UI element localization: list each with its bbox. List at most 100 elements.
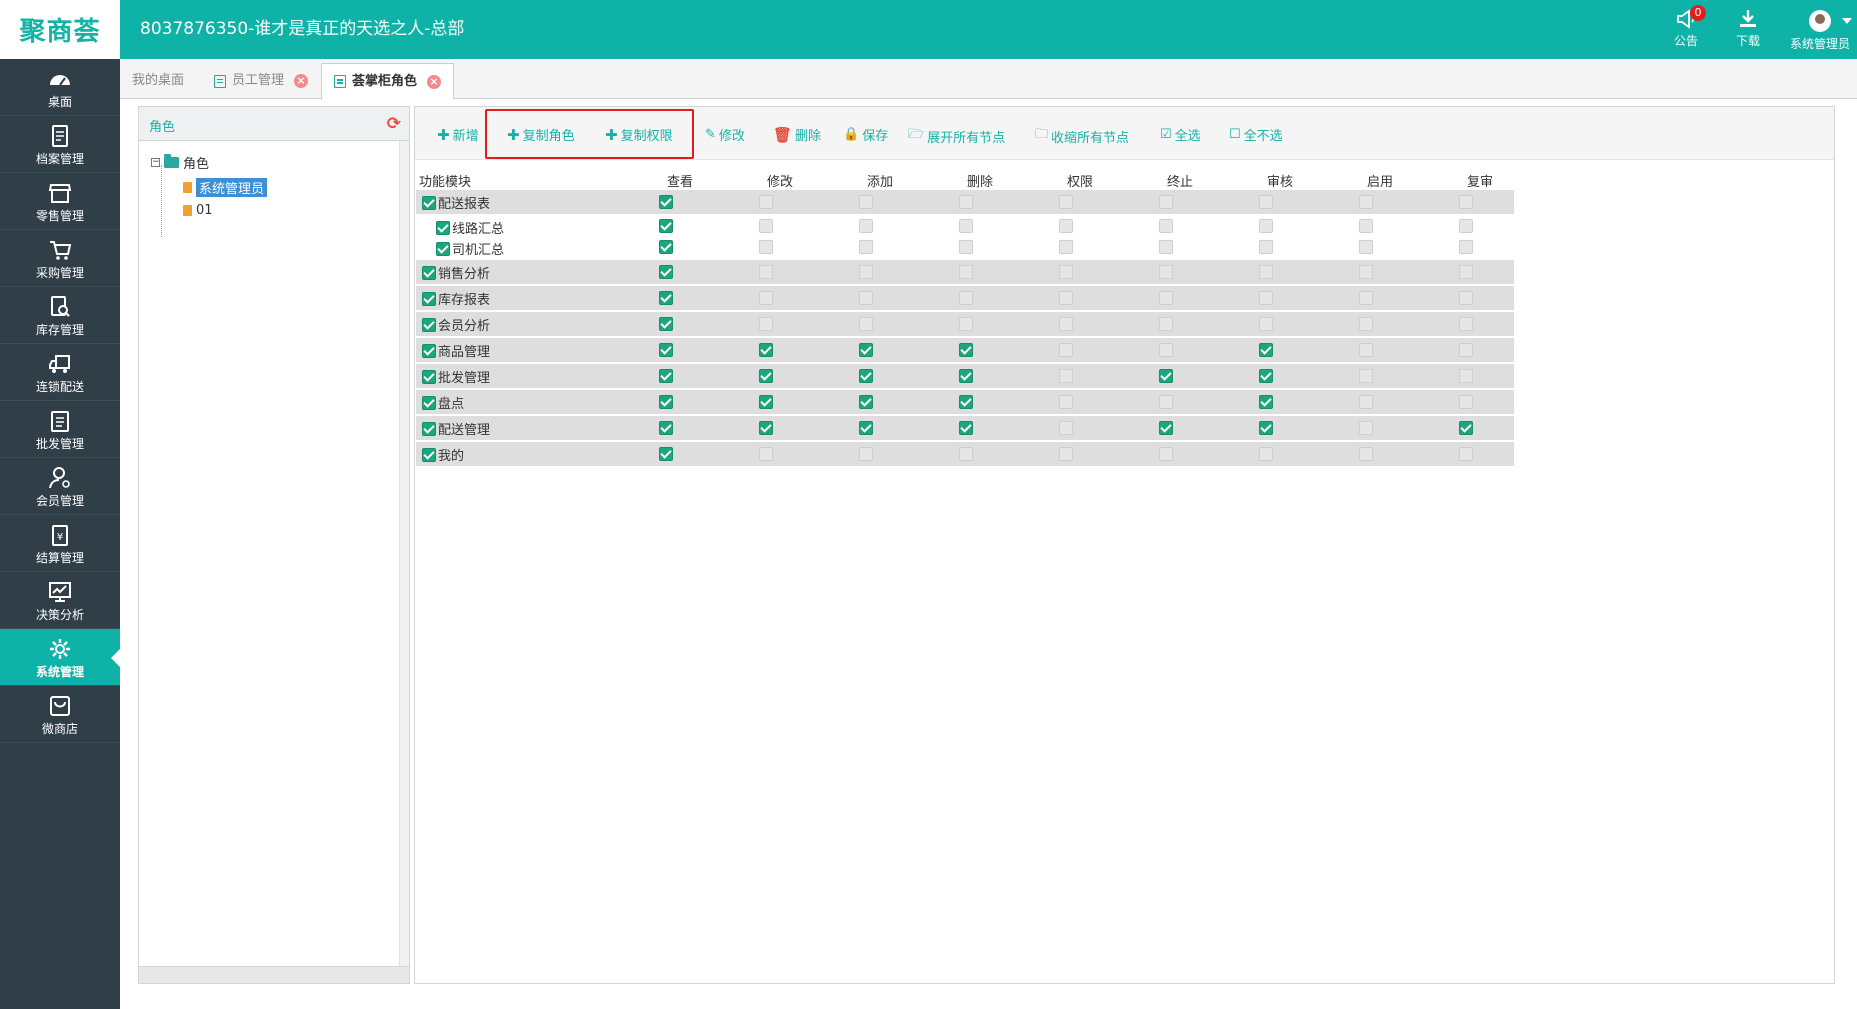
permission-checkbox[interactable] [1359,291,1373,305]
row-module-label[interactable]: 线路汇总 [436,218,504,237]
permission-checkbox[interactable] [759,240,773,254]
tree-root-node[interactable]: − 角色 [151,153,209,172]
sidebar-item-settlement[interactable]: ¥ 结算管理 [0,515,120,572]
permission-checkbox[interactable] [1359,265,1373,279]
permission-checkbox[interactable] [759,421,773,435]
permission-checkbox[interactable] [959,265,973,279]
sidebar-item-retail[interactable]: 零售管理 [0,173,120,230]
permission-checkbox[interactable] [1259,265,1273,279]
permission-checkbox[interactable] [759,195,773,209]
permission-checkbox[interactable] [1059,291,1073,305]
permission-checkbox[interactable] [1459,240,1473,254]
permission-checkbox[interactable] [1259,317,1273,331]
permission-checkbox[interactable] [1359,317,1373,331]
tree-node-admin[interactable]: 系统管理员 [183,178,268,197]
permission-checkbox[interactable] [1459,195,1473,209]
permission-checkbox[interactable] [959,240,973,254]
row-module-label[interactable]: 销售分析 [422,263,490,282]
permission-checkbox[interactable] [1259,291,1273,305]
permission-checkbox[interactable] [1459,421,1473,435]
permission-checkbox[interactable] [1459,447,1473,461]
permission-checkbox[interactable] [1059,240,1073,254]
permission-checkbox[interactable] [1259,421,1273,435]
permission-checkbox[interactable] [659,395,673,409]
permission-checkbox[interactable] [1359,240,1373,254]
permission-checkbox[interactable] [659,265,673,279]
permission-checkbox[interactable] [1159,447,1173,461]
permission-checkbox[interactable] [959,343,973,357]
permission-checkbox[interactable] [659,369,673,383]
permission-checkbox[interactable] [959,447,973,461]
permission-checkbox[interactable] [1259,240,1273,254]
permission-checkbox[interactable] [959,195,973,209]
permission-checkbox[interactable] [959,395,973,409]
sidebar-item-desktop[interactable]: 桌面 [0,59,120,116]
module-checkbox[interactable] [436,241,450,256]
permission-checkbox[interactable] [859,219,873,233]
sidebar-item-purchase[interactable]: 采购管理 [0,230,120,287]
permission-checkbox[interactable] [1259,343,1273,357]
permission-checkbox[interactable] [959,369,973,383]
permission-checkbox[interactable] [1159,369,1173,383]
row-module-label[interactable]: 库存报表 [422,289,490,308]
permission-checkbox[interactable] [859,195,873,209]
permission-checkbox[interactable] [959,291,973,305]
permission-checkbox[interactable] [859,395,873,409]
permission-checkbox[interactable] [1159,265,1173,279]
permission-checkbox[interactable] [1359,395,1373,409]
permission-checkbox[interactable] [759,447,773,461]
module-checkbox[interactable] [422,317,436,332]
permission-checkbox[interactable] [959,317,973,331]
row-module-label[interactable]: 商品管理 [422,341,490,360]
permission-checkbox[interactable] [659,291,673,305]
edit-button[interactable]: ✎ 修改 [705,125,745,144]
permission-checkbox[interactable] [859,369,873,383]
user-menu[interactable]: 系统管理员 [1784,8,1856,52]
horizontal-scrollbar[interactable] [139,966,409,983]
permission-checkbox[interactable] [1159,195,1173,209]
permission-checkbox[interactable] [659,421,673,435]
copy-permission-button[interactable]: ✚ 复制权限 [605,125,673,145]
module-checkbox[interactable] [422,343,436,358]
add-button[interactable]: ✚ 新增 [437,125,479,145]
permission-checkbox[interactable] [759,343,773,357]
permission-checkbox[interactable] [1059,369,1073,383]
permission-checkbox[interactable] [859,421,873,435]
permission-checkbox[interactable] [859,343,873,357]
save-button[interactable]: 🔒 保存 [843,125,888,144]
collapse-all-button[interactable]: 🗀 收缩所有节点 [1035,125,1129,147]
permission-checkbox[interactable] [1259,195,1273,209]
permission-checkbox[interactable] [1359,195,1373,209]
permission-checkbox[interactable] [1159,343,1173,357]
permission-checkbox[interactable] [759,317,773,331]
module-checkbox[interactable] [422,291,436,306]
permission-checkbox[interactable] [1059,421,1073,435]
delete-button[interactable]: 🗑 删除 [773,125,821,145]
permission-checkbox[interactable] [859,240,873,254]
permission-checkbox[interactable] [1159,317,1173,331]
permission-checkbox[interactable] [759,219,773,233]
module-checkbox[interactable] [422,265,436,280]
download-button[interactable]: 下载 [1718,8,1778,49]
row-module-label[interactable]: 司机汇总 [436,239,504,258]
permission-checkbox[interactable] [1059,195,1073,209]
sidebar-item-member[interactable]: 会员管理 [0,458,120,515]
permission-checkbox[interactable] [759,395,773,409]
module-checkbox[interactable] [422,447,436,462]
sidebar-item-wholesale[interactable]: 批发管理 [0,401,120,458]
collapse-icon[interactable]: − [151,158,160,167]
permission-checkbox[interactable] [1359,421,1373,435]
permission-checkbox[interactable] [1059,447,1073,461]
permission-checkbox[interactable] [1459,291,1473,305]
permission-checkbox[interactable] [1359,447,1373,461]
permission-checkbox[interactable] [1059,219,1073,233]
permission-checkbox[interactable] [859,291,873,305]
tab-employee[interactable]: 员工管理 × [202,63,320,99]
permission-checkbox[interactable] [1259,395,1273,409]
permission-checkbox[interactable] [1459,395,1473,409]
permission-checkbox[interactable] [1059,317,1073,331]
permission-checkbox[interactable] [759,265,773,279]
permission-checkbox[interactable] [859,265,873,279]
row-module-label[interactable]: 配送管理 [422,419,490,438]
sidebar-item-archive[interactable]: 档案管理 [0,116,120,173]
